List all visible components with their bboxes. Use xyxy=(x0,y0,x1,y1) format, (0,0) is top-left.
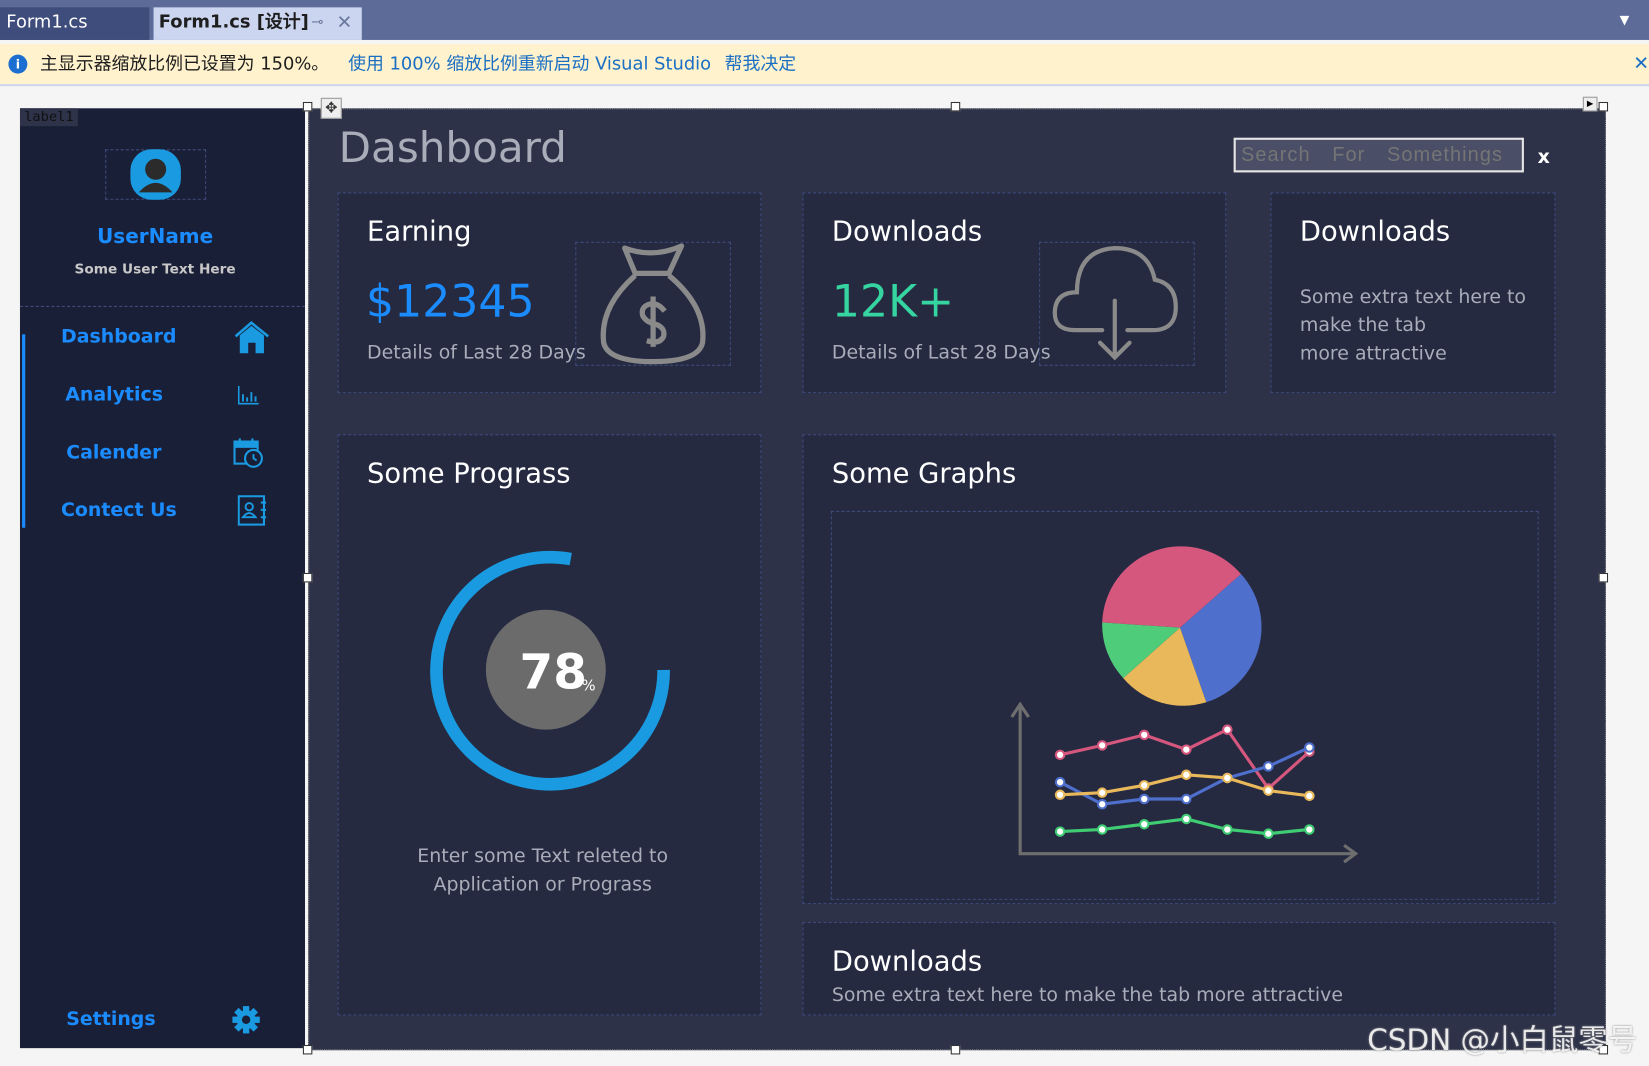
help-decide-link[interactable]: 帮我决定 xyxy=(725,44,797,84)
resize-handle[interactable] xyxy=(950,1044,961,1055)
line-point xyxy=(1054,826,1066,837)
home-icon[interactable] xyxy=(234,321,271,355)
divider xyxy=(19,305,305,307)
line-point xyxy=(1096,798,1108,810)
chevron-down-icon[interactable]: ▼ xyxy=(1620,13,1630,28)
progress-value: 78 xyxy=(519,643,587,701)
card-text: Some extra text here to make the tab mor… xyxy=(831,984,1343,1007)
info-bar: i 主显示器缩放比例已设置为 150%。 使用 100% 缩放比例重新启动 Vi… xyxy=(0,44,1649,87)
search-input[interactable] xyxy=(1233,137,1524,173)
line-point xyxy=(1181,769,1192,781)
line-point xyxy=(1054,789,1066,801)
designer-label[interactable]: label1 xyxy=(19,108,78,127)
tab-form1-design[interactable]: Form1.cs [设计] ⊸ ✕ xyxy=(153,7,362,40)
card-title: Some Graphs xyxy=(831,458,1017,490)
line-point xyxy=(1222,724,1233,735)
line-point xyxy=(1138,780,1150,791)
line-point xyxy=(1054,776,1066,788)
sidebar xyxy=(19,108,305,1049)
smart-tag-icon[interactable]: ▶ xyxy=(1582,96,1598,112)
line-point xyxy=(1138,793,1150,805)
close-icon[interactable]: ✕ xyxy=(337,7,353,37)
card-title: Some Prograss xyxy=(367,458,571,490)
line-point xyxy=(1138,729,1150,741)
progress-caption: Enter some Text releted to Application o… xyxy=(338,842,748,899)
resize-handle[interactable] xyxy=(950,101,961,112)
line-point xyxy=(1054,749,1066,761)
pie-illustration xyxy=(1102,546,1262,706)
text-line: Enter some Text releted to xyxy=(417,845,669,868)
sidebar-item-dashboard[interactable]: Dashboard xyxy=(61,326,176,348)
resize-handle[interactable] xyxy=(302,1044,313,1055)
move-handle-icon[interactable]: ✥ xyxy=(320,97,342,119)
info-message: 主显示器缩放比例已设置为 150%。 xyxy=(39,53,330,75)
line-point xyxy=(1096,740,1108,751)
line-point xyxy=(1181,813,1192,825)
line-point xyxy=(1096,824,1108,835)
cloud-download-icon xyxy=(1052,246,1178,361)
gear-icon[interactable] xyxy=(231,1005,260,1034)
user-text: Some User Text Here xyxy=(74,261,236,278)
progress-unit: % xyxy=(581,678,596,695)
sidebar-item-calender[interactable]: Calender xyxy=(66,442,161,464)
text-line: more attractive xyxy=(1299,342,1447,365)
username: UserName xyxy=(97,224,214,249)
tab-form1-cs[interactable]: Form1.cs xyxy=(0,7,150,40)
line-point xyxy=(1304,742,1315,753)
downloads-value: 12K+ xyxy=(831,275,955,327)
card-title: Earning xyxy=(367,216,472,249)
sidebar-item-contect-us[interactable]: Contect Us xyxy=(61,499,177,521)
bar-chart-icon[interactable] xyxy=(237,385,259,405)
line-point xyxy=(1138,818,1150,830)
line-point xyxy=(1222,824,1233,835)
card-detail: Details of Last 28 Days xyxy=(831,341,1051,364)
line-point xyxy=(1096,787,1108,798)
money-bag-icon xyxy=(600,243,706,365)
restart-link[interactable]: 使用 100% 缩放比例重新启动 Visual Studio xyxy=(348,44,711,84)
text-line: Application or Prograss xyxy=(433,873,652,896)
resize-handle[interactable] xyxy=(1598,572,1609,583)
line-point xyxy=(1181,793,1192,805)
watermark: CSDN @小白鼠零号 xyxy=(1367,1022,1638,1058)
card-title: Downloads xyxy=(831,216,983,249)
settings-button[interactable]: Settings xyxy=(66,1008,155,1030)
card-text: Some extra text here to make the tab mor… xyxy=(1300,283,1526,368)
line-point xyxy=(1181,744,1192,755)
active-indicator xyxy=(22,334,26,528)
line-point xyxy=(1304,824,1315,835)
pin-icon[interactable]: ⊸ xyxy=(311,7,323,37)
avatar xyxy=(130,149,181,200)
line-point xyxy=(1263,828,1274,839)
line-point xyxy=(1304,790,1315,802)
sidebar-item-analytics[interactable]: Analytics xyxy=(65,384,163,406)
contact-book-icon[interactable] xyxy=(237,495,267,527)
close-icon[interactable]: ✕ xyxy=(1633,44,1649,84)
info-icon: i xyxy=(8,54,28,74)
line-point xyxy=(1263,761,1274,772)
tab-label: Form1.cs [设计] xyxy=(158,11,309,33)
resize-handle[interactable] xyxy=(302,101,313,112)
card-detail: Details of Last 28 Days xyxy=(367,341,586,364)
resize-handle[interactable] xyxy=(302,572,313,583)
earning-value: $12345 xyxy=(365,275,535,327)
line-point xyxy=(1263,785,1274,796)
card-title: Downloads xyxy=(1299,216,1451,249)
text-line: Some extra text here to xyxy=(1299,285,1527,309)
close-button[interactable]: x xyxy=(1538,146,1550,168)
resize-handle[interactable] xyxy=(1598,101,1609,112)
text-line: make the tab xyxy=(1299,314,1427,337)
graphs-illustration xyxy=(1010,546,1359,864)
line-point xyxy=(1222,772,1233,784)
calendar-clock-icon[interactable] xyxy=(232,437,264,469)
card-title: Downloads xyxy=(831,946,983,978)
page-title: Dashboard xyxy=(338,124,567,173)
